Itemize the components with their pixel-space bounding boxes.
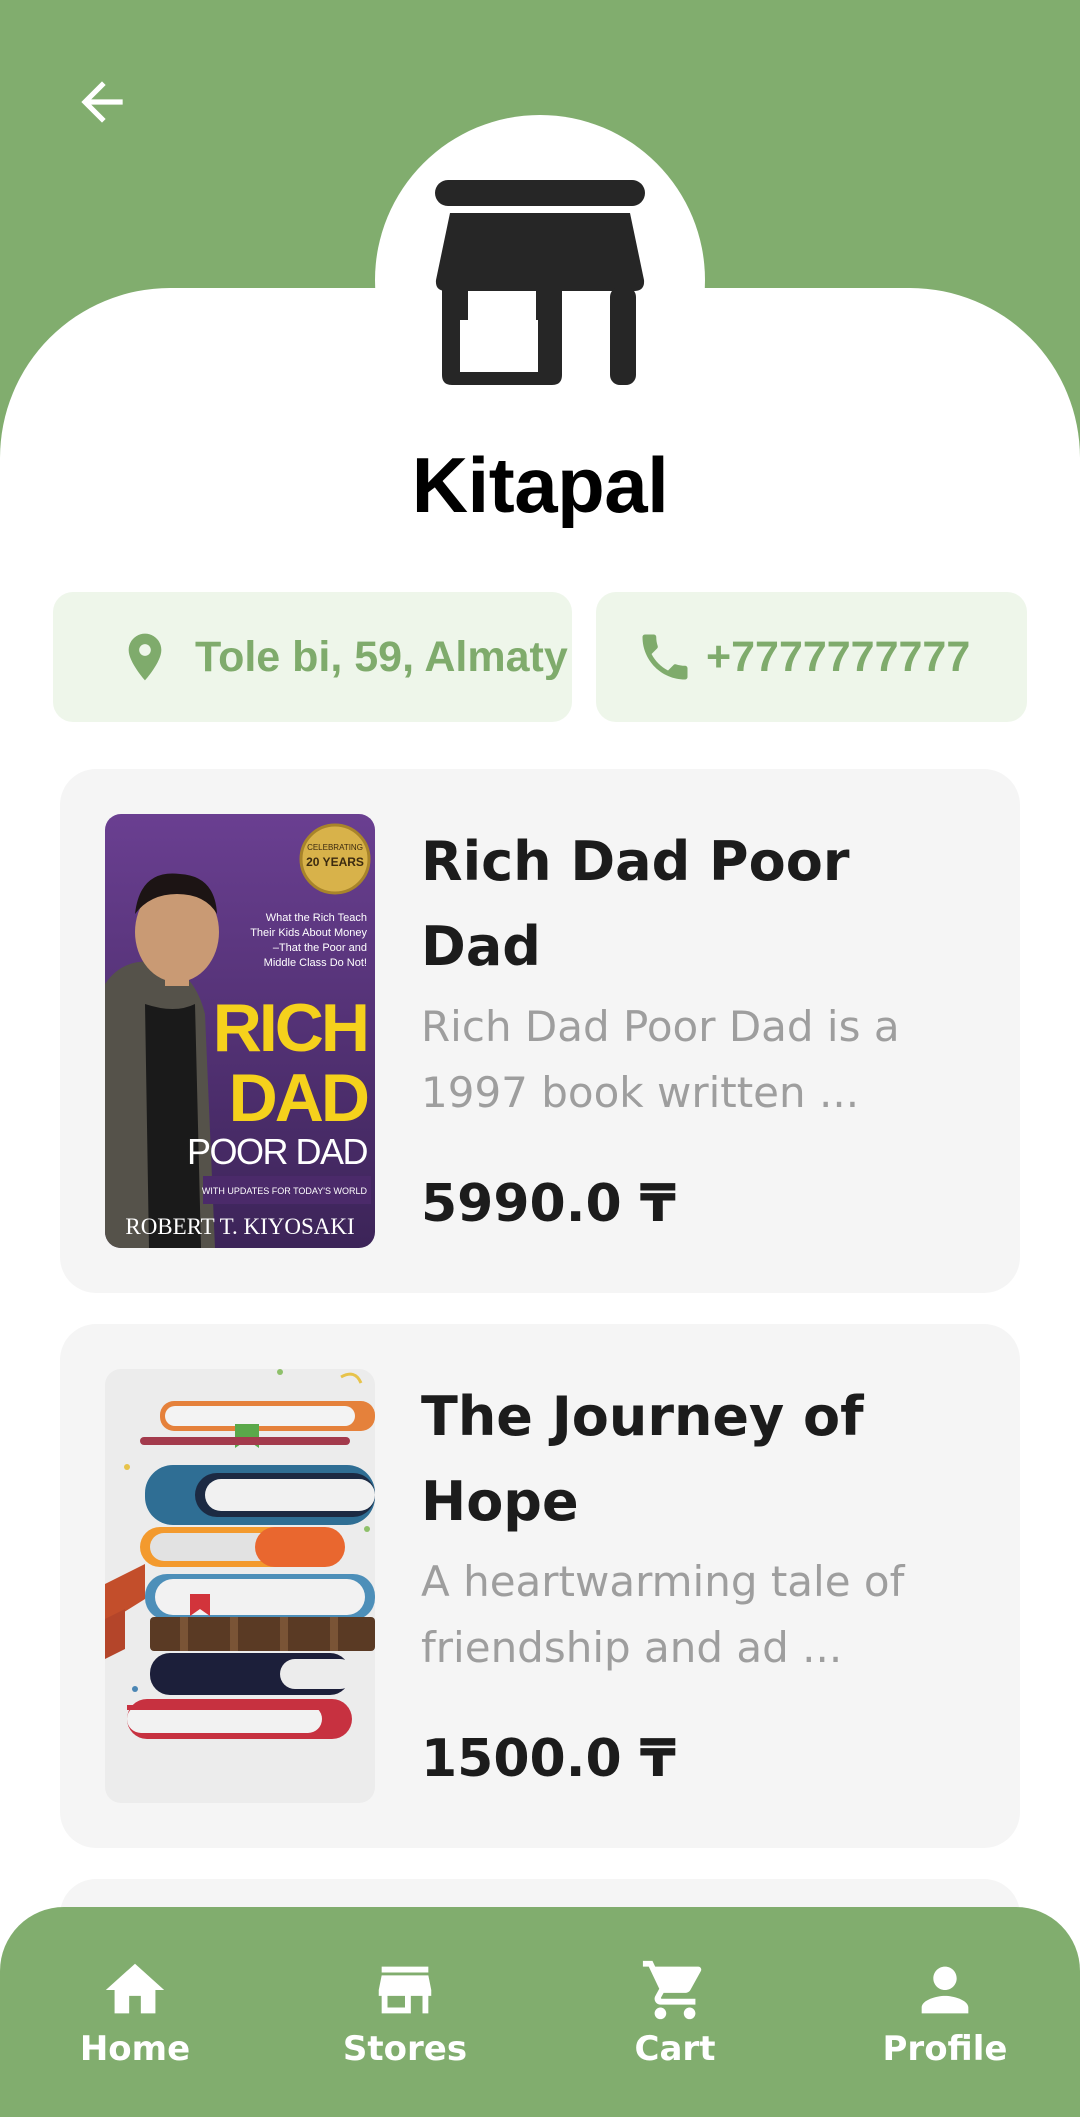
book-card[interactable]: The Journey of Hope A heartwarming tale … (60, 1324, 1020, 1848)
cover-author: ROBERT T. KIYOSAKI (125, 1214, 354, 1239)
book-title: Rich Dad Poor Dad (421, 830, 850, 978)
home-icon (100, 1955, 170, 2025)
cover-updates-strip: WITH UPDATES FOR TODAY'S WORLD (202, 1186, 368, 1196)
cover-badge-line1: CELEBRATING (307, 843, 363, 852)
book-description: A heartwarming tale of friendship and ad… (421, 1557, 905, 1672)
phone-chip[interactable]: +7777777777 (596, 592, 1027, 722)
arrow-left-icon (81, 81, 123, 123)
nav-home-label: Home (79, 2029, 191, 2069)
cart-icon (640, 1955, 710, 2025)
phone-text: +7777777777 (706, 632, 971, 681)
cover-tagline-1: What the Rich Teach (266, 912, 367, 924)
book-description: Rich Dad Poor Dad is a 1997 book written… (421, 1002, 900, 1117)
book-price: 1500.0 ₸ (421, 1729, 676, 1789)
address-text: Tole bi, 59, Almaty (195, 632, 568, 681)
location-pin-icon (109, 625, 181, 689)
person-icon (910, 1955, 980, 2025)
nav-stores-label: Stores (342, 2029, 468, 2069)
storefront-icon (435, 180, 645, 385)
cover-tagline-3: –That the Poor and (273, 942, 367, 954)
bottom-navigation: Home Stores Cart Profile (0, 1907, 1080, 2117)
nav-profile[interactable]: Profile (810, 1907, 1080, 2117)
store-icon (370, 1955, 440, 2025)
store-screen: Kitapal Tole bi, 59, Almaty +7777777777 (0, 0, 1080, 2117)
book-title: The Journey of Hope (421, 1385, 864, 1533)
nav-cart[interactable]: Cart (540, 1907, 810, 2117)
nav-profile-label: Profile (882, 2029, 1008, 2069)
cover-tagline-4: Middle Class Do Not! (264, 957, 367, 969)
nav-cart-label: Cart (634, 2029, 716, 2069)
store-name: Kitapal (411, 441, 669, 529)
cover-title-1: RICH (213, 990, 367, 1066)
back-button[interactable] (60, 60, 144, 144)
book-price: 5990.0 ₸ (421, 1174, 676, 1234)
phone-icon (630, 627, 700, 687)
stack-of-books-icon (105, 1369, 375, 1803)
book-card[interactable]: CELEBRATING 20 YEARS What the Rich Teach… (60, 769, 1020, 1293)
book-cover-rich-dad: CELEBRATING 20 YEARS What the Rich Teach… (105, 814, 375, 1248)
cover-tagline-2: Their Kids About Money (250, 927, 367, 939)
nav-stores[interactable]: Stores (270, 1907, 540, 2117)
address-chip[interactable]: Tole bi, 59, Almaty (53, 592, 572, 722)
cover-title-3: POOR DAD (187, 1131, 368, 1172)
nav-home[interactable]: Home (0, 1907, 270, 2117)
cover-title-2: DAD (229, 1060, 368, 1136)
cover-badge-line2: 20 YEARS (306, 855, 364, 869)
